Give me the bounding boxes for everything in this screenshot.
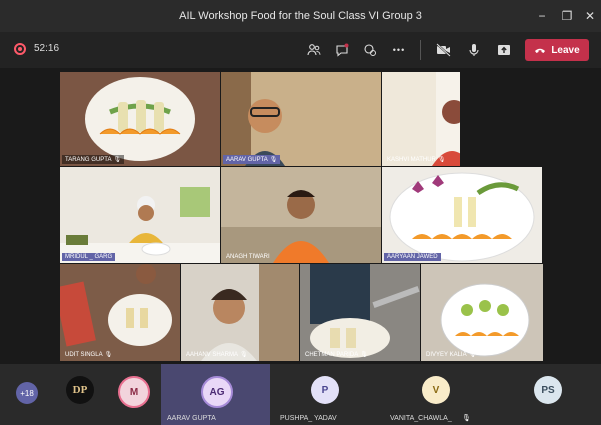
reactions-button[interactable] (358, 38, 382, 62)
participant-name: PUSHPA_ YADAV (280, 415, 337, 422)
video-feed (221, 167, 381, 263)
maximize-icon: ❐ (561, 9, 573, 23)
participant-name: ANAGH TIWARI (226, 254, 270, 260)
more-icon: ••• (392, 45, 406, 55)
avatar: DP (66, 376, 94, 404)
avatar: V (422, 376, 450, 404)
participant-name: KASHVI MATHUR 🎙 (387, 157, 446, 163)
video-feed (60, 264, 180, 361)
video-tile-aarav[interactable]: AARAV GUPTA 🎙 (221, 72, 381, 166)
participant-tile-vanita[interactable]: V VANITA_CHAWLA_ 🎙 (380, 364, 492, 425)
video-tile-anagh[interactable]: ANAGH TIWARI (221, 167, 381, 263)
minimize-icon: − (538, 9, 546, 23)
participant-name: UDIT SINGLA 🎙 (65, 352, 113, 358)
video-tile-kashvi[interactable]: KASHVI MATHUR 🎙 (382, 72, 460, 166)
participant-name: VANITA_CHAWLA_ (390, 415, 452, 422)
close-icon: ✕ (584, 9, 596, 23)
leave-button[interactable]: Leave (525, 39, 589, 61)
recording-icon (14, 43, 26, 55)
leave-label: Leave (551, 44, 580, 56)
avatar: PS (534, 376, 562, 404)
participant-name: AARAV GUPTA 🎙 (223, 155, 281, 164)
participant-tile-ps[interactable]: PS (492, 364, 601, 425)
participant-tile-aarav[interactable]: AG AARAV GUPTA (161, 364, 270, 425)
share-button[interactable] (492, 38, 516, 62)
video-feed (60, 72, 220, 166)
participant-name: DIVYEY KALIA 🎙 (426, 352, 477, 358)
mic-button[interactable] (462, 38, 486, 62)
video-feed (421, 264, 543, 361)
avatar: M (118, 376, 150, 408)
phone-hangup-icon (535, 48, 546, 53)
video-feed (221, 72, 381, 166)
video-tile-chetman[interactable]: CHETMAN PARIDA 🎙 (300, 264, 420, 361)
participant-name: AAHANV SHARMA 🎙 (186, 352, 248, 358)
video-feed (300, 264, 420, 361)
video-stage: TARANG GUPTA 🎙 AARAV GUPTA 🎙 KASHVI MATHUR… (0, 68, 601, 364)
meeting-toolbar: 52:16 ••• Leave (0, 32, 601, 68)
participant-strip: +18 DP M AG AARAV GUPTA P PUSHPA_ YADAV … (0, 364, 601, 425)
participant-name: MRIDUL _ GARG (62, 253, 116, 261)
participant-name: AARYAAN JAWED (384, 253, 441, 261)
meeting-timer: 52:16 (34, 43, 60, 54)
chat-icon (336, 43, 349, 57)
video-tile-mridul[interactable]: MRIDUL _ GARG (60, 167, 220, 263)
video-tile-aahanv[interactable]: AAHANV SHARMA 🎙 (181, 264, 299, 361)
video-tile-tarang[interactable]: TARANG GUPTA 🎙 (60, 72, 220, 166)
participant-name: TARANG GUPTA 🎙 (62, 155, 125, 164)
video-feed (382, 72, 460, 166)
video-feed (181, 264, 299, 361)
avatar: AG (201, 376, 233, 408)
maximize-button[interactable]: ❐ (555, 0, 579, 32)
participants-button[interactable] (302, 38, 326, 62)
mic-icon: 🎙 (462, 415, 471, 422)
camera-button[interactable] (432, 38, 456, 62)
mic-icon (469, 44, 479, 56)
close-button[interactable]: ✕ (578, 0, 601, 32)
video-tile-divyey[interactable]: DIVYEY KALIA 🎙 (421, 264, 543, 361)
video-feed (60, 167, 220, 263)
video-tile-aaryaan[interactable]: AARYAAN JAWED (382, 167, 542, 263)
participant-tile-m[interactable]: M (105, 364, 161, 425)
overflow-participants-button[interactable]: +18 (16, 382, 38, 404)
camera-off-icon (436, 43, 451, 57)
more-options-button[interactable]: ••• (387, 38, 411, 62)
participant-name: CHETMAN PARIDA 🎙 (305, 352, 368, 358)
share-icon (498, 45, 510, 55)
avatar: P (311, 376, 339, 404)
participant-name: AARAV GUPTA (167, 415, 216, 422)
window-title: AIL Workshop Food for the Soul Class VI … (179, 10, 422, 22)
reactions-icon (364, 44, 376, 56)
participant-tile-dp[interactable]: DP (55, 364, 105, 425)
video-feed (382, 167, 542, 263)
toolbar-divider (420, 40, 421, 60)
title-bar: AIL Workshop Food for the Soul Class VI … (0, 0, 601, 32)
chat-button[interactable] (330, 38, 354, 62)
video-tile-udit[interactable]: UDIT SINGLA 🎙 (60, 264, 180, 361)
minimize-button[interactable]: − (530, 0, 554, 32)
participant-tile-pushpa[interactable]: P PUSHPA_ YADAV (270, 364, 380, 425)
participants-icon (307, 44, 321, 56)
